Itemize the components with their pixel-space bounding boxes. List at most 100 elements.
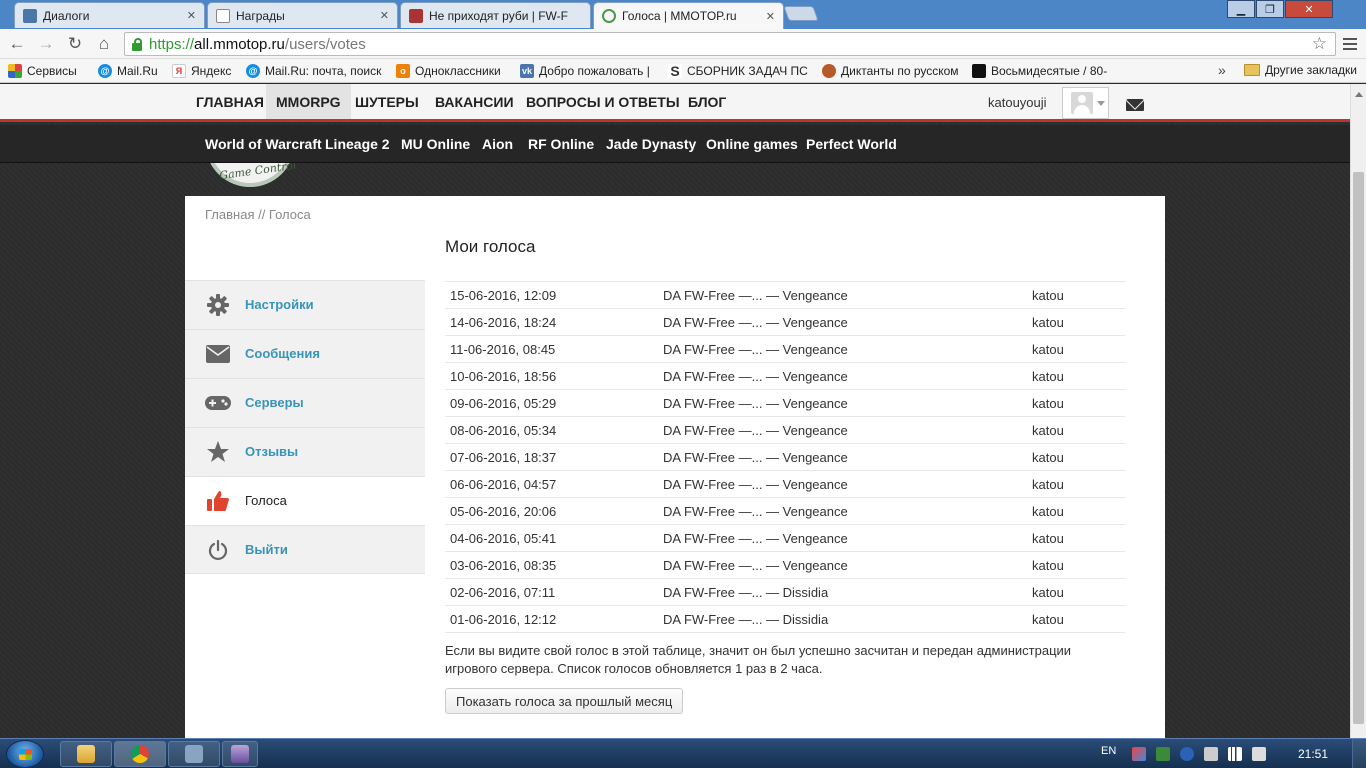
bookmark-vk[interactable]: vk Добро пожаловать | <box>520 63 654 78</box>
forward-icon[interactable]: → <box>35 33 57 55</box>
tray-app-icon[interactable] <box>1132 747 1146 761</box>
vote-user[interactable]: katou <box>1027 525 1125 552</box>
scrollbar-thumb[interactable] <box>1353 172 1364 724</box>
vote-user[interactable]: katou <box>1027 363 1125 390</box>
new-tab-button[interactable] <box>783 6 819 21</box>
vote-server[interactable]: DA FW-Free —... — Vengeance <box>658 390 1027 417</box>
subnav-perfect-world[interactable]: Perfect World <box>806 125 897 163</box>
vote-server[interactable]: DA FW-Free —... — Vengeance <box>658 525 1027 552</box>
vote-server[interactable]: DA FW-Free —... — Vengeance <box>658 309 1027 336</box>
vote-user[interactable]: katou <box>1027 498 1125 525</box>
vote-user[interactable]: katou <box>1027 471 1125 498</box>
address-bar[interactable]: https://all.mmotop.ru/users/votes ☆ <box>124 32 1336 56</box>
subnav-aion[interactable]: Aion <box>482 125 513 163</box>
vote-user[interactable]: katou <box>1027 552 1125 579</box>
breadcrumb[interactable]: Главная // Голоса <box>205 207 311 222</box>
reload-icon[interactable]: ↻ <box>64 33 86 55</box>
tab-votes[interactable]: Голоса | MMOTOP.ru ✕ <box>593 2 784 29</box>
taskbar-explorer[interactable] <box>60 741 112 767</box>
vote-user[interactable]: katou <box>1027 282 1125 309</box>
vote-server[interactable]: DA FW-Free —... — Vengeance <box>658 282 1027 309</box>
nav-shooters[interactable]: ШУТЕРЫ <box>345 84 429 119</box>
bookmark-odnoklassniki[interactable]: о Одноклассники <box>396 63 506 78</box>
vote-user[interactable]: katou <box>1027 579 1125 606</box>
sidebar-item-settings[interactable]: Настройки <box>185 280 425 329</box>
sidebar-item-votes[interactable]: Голоса <box>185 476 425 525</box>
bookmark-eighties[interactable]: Восьмидесятые / 80- <box>972 63 1108 78</box>
mail-icon[interactable] <box>1126 99 1144 111</box>
votes-note: Если вы видите свой голос в этой таблице… <box>445 643 1072 676</box>
home-icon[interactable]: ⌂ <box>93 33 115 55</box>
bluetooth-icon[interactable] <box>1180 747 1194 761</box>
sidebar-item-messages[interactable]: Сообщения <box>185 329 425 378</box>
clock[interactable]: 21:51 <box>1298 747 1328 761</box>
vote-server[interactable]: DA FW-Free —... — Vengeance <box>658 363 1027 390</box>
bookmark-yandex[interactable]: Я Яндекс <box>172 63 232 78</box>
nav-qa[interactable]: ВОПРОСЫ И ОТВЕТЫ <box>516 84 690 119</box>
vote-user[interactable]: katou <box>1027 336 1125 363</box>
subnav-jade-dynasty[interactable]: Jade Dynasty <box>606 125 696 163</box>
vote-server[interactable]: DA FW-Free —... — Vengeance <box>658 471 1027 498</box>
signal-icon[interactable] <box>1228 747 1242 761</box>
vote-server[interactable]: DA FW-Free —... — Vengeance <box>658 336 1027 363</box>
tray-network-app-icon[interactable] <box>1156 747 1170 761</box>
close-icon[interactable]: ✕ <box>766 10 775 23</box>
nav-blog[interactable]: БЛОГ <box>678 84 736 119</box>
usb-icon[interactable] <box>1204 747 1218 761</box>
minimize-button[interactable]: ▁ <box>1227 0 1255 18</box>
vote-server[interactable]: DA FW-Free —... — Vengeance <box>658 498 1027 525</box>
bookmark-services[interactable]: Сервисы <box>8 63 84 78</box>
sidebar-item-logout[interactable]: Выйти <box>185 525 425 574</box>
tab-dialogs[interactable]: Диалоги ✕ <box>14 2 205 28</box>
nav-home[interactable]: ГЛАВНАЯ <box>186 84 274 119</box>
page-scrollbar[interactable] <box>1350 84 1366 738</box>
scroll-up-arrow-icon[interactable] <box>1355 88 1363 97</box>
subnav-world-of-warcraft[interactable]: World of Warcraft <box>205 125 322 163</box>
vote-server[interactable]: DA FW-Free —... — Vengeance <box>658 552 1027 579</box>
subnav-online-games[interactable]: Online games <box>706 125 798 163</box>
start-button[interactable] <box>6 740 44 768</box>
username[interactable]: katouyouji <box>988 95 1047 110</box>
other-bookmarks[interactable]: Другие закладки <box>1244 63 1357 77</box>
subnav-rf-online[interactable]: RF Online <box>528 125 594 163</box>
show-last-month-button[interactable]: Показать голоса за прошлый месяц <box>445 688 684 714</box>
sidebar-item-servers[interactable]: Серверы <box>185 378 425 427</box>
language-indicator[interactable]: EN <box>1101 745 1116 757</box>
browser-menu-icon[interactable] <box>1340 33 1360 55</box>
vote-user[interactable]: katou <box>1027 390 1125 417</box>
subnav-lineage-2[interactable]: Lineage 2 <box>325 125 390 163</box>
sidebar-item-reviews[interactable]: Отзывы <box>185 427 425 476</box>
vote-server[interactable]: DA FW-Free —... — Dissidia <box>658 606 1027 633</box>
volume-icon[interactable] <box>1252 747 1266 761</box>
taskbar-chrome[interactable] <box>114 741 166 767</box>
bookmark-label: Диктанты по русском <box>841 63 958 78</box>
vote-user[interactable]: katou <box>1027 444 1125 471</box>
bookmark-dictations[interactable]: Диктанты по русском <box>822 63 958 78</box>
bookmark-task-book[interactable]: S СБОРНИК ЗАДАЧ ПС <box>668 63 808 78</box>
bookmark-star-icon[interactable]: ☆ <box>1312 34 1327 54</box>
bookmark-mailru-mail[interactable]: @ Mail.Ru: почта, поиск <box>246 63 382 78</box>
bookmarks-overflow-icon[interactable]: » <box>1218 62 1226 78</box>
tab-awards[interactable]: Награды ✕ <box>207 2 398 28</box>
vote-server[interactable]: DA FW-Free —... — Vengeance <box>658 444 1027 471</box>
vote-user[interactable]: katou <box>1027 309 1125 336</box>
bookmark-mailru[interactable]: @ Mail.Ru <box>98 63 158 78</box>
vote-user[interactable]: katou <box>1027 606 1125 633</box>
vote-server[interactable]: DA FW-Free —... — Vengeance <box>658 417 1027 444</box>
avatar[interactable] <box>1062 87 1109 119</box>
window-close-button[interactable]: ✕ <box>1285 0 1333 18</box>
taskbar-media-player[interactable] <box>168 741 220 767</box>
close-icon[interactable]: ✕ <box>187 9 196 22</box>
vote-server[interactable]: DA FW-Free —... — Dissidia <box>658 579 1027 606</box>
subnav-mu-online[interactable]: MU Online <box>401 125 470 163</box>
nav-vacancies[interactable]: ВАКАНСИИ <box>425 84 524 119</box>
nav-mmorpg[interactable]: MMORPG <box>266 84 351 119</box>
close-icon[interactable]: ✕ <box>380 9 389 22</box>
site-logo[interactable]: Game Control <box>205 163 295 187</box>
maximize-button[interactable]: ❐ <box>1256 0 1284 18</box>
taskbar-app[interactable] <box>222 741 258 767</box>
vote-user[interactable]: katou <box>1027 417 1125 444</box>
tab-fw-forum[interactable]: Не приходят руби | FW-F <box>400 2 591 28</box>
show-desktop-button[interactable] <box>1352 739 1366 768</box>
back-icon[interactable]: ← <box>6 33 28 55</box>
